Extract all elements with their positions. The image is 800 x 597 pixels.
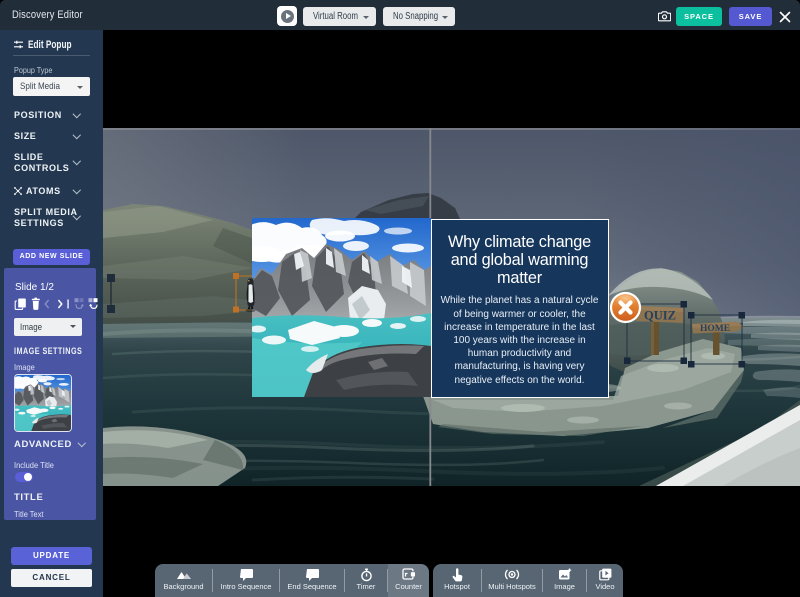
svg-text:QUIZ: QUIZ: [644, 309, 676, 323]
svg-text:HOME: HOME: [700, 324, 730, 334]
